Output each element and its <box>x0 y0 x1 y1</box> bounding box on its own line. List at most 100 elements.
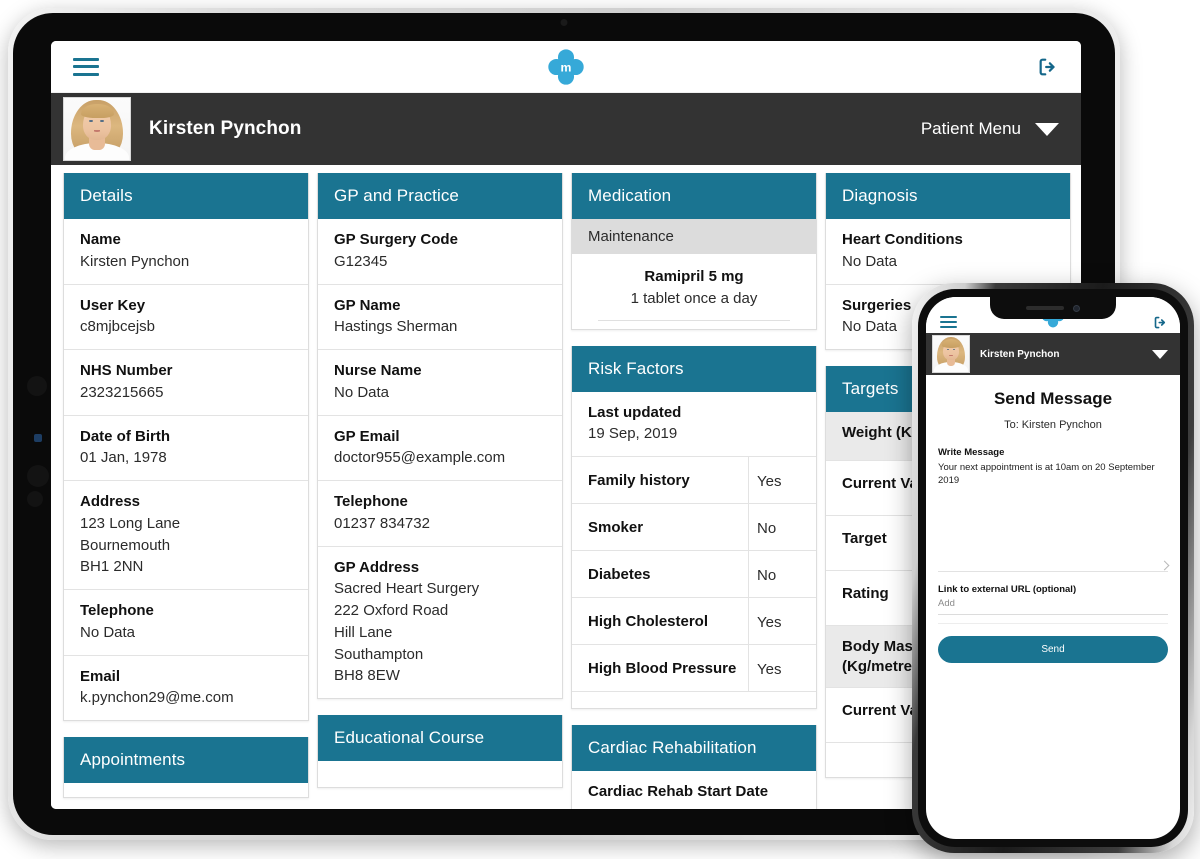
gp-row-gp-name: GP Name Hastings Sherman <box>318 285 562 350</box>
message-recipient: To: Kirsten Pynchon <box>1004 419 1102 431</box>
field-value: Hastings Sherman <box>334 318 458 336</box>
field-value: No Data <box>334 383 390 401</box>
phone-device: m <box>912 283 1194 853</box>
svg-text:m: m <box>561 60 572 74</box>
divider <box>938 615 1168 624</box>
field-label: User Key <box>80 296 146 314</box>
app-logo: m <box>545 46 587 88</box>
tablet-front-camera-icon <box>560 19 568 26</box>
risk-label: Diabetes <box>588 565 651 583</box>
risk-value: Yes <box>748 457 816 503</box>
send-message-form: Send Message To: Kirsten Pynchon Write M… <box>926 375 1180 663</box>
phone-speaker-icon <box>1026 306 1064 310</box>
gp-row-nurse-name: Nurse Name No Data <box>318 350 562 416</box>
logout-icon[interactable] <box>1153 315 1168 330</box>
gp-row-telephone: Telephone 01237 834732 <box>318 481 562 547</box>
detail-row-name: Name Kirsten Pynchon <box>64 219 308 285</box>
phone-bezel: m <box>918 289 1188 847</box>
address-line: Sacred Heart Surgery <box>334 580 480 598</box>
panel-title-gp-and-practice: GP and Practice <box>318 173 562 219</box>
logout-icon[interactable] <box>1037 56 1059 78</box>
field-label: Date of Birth <box>80 427 170 445</box>
panel-risk-factors: Risk Factors Last updated 19 Sep, 2019 F… <box>571 345 817 709</box>
medication-subhead-maintenance: Maintenance <box>572 219 816 254</box>
address-line: 222 Oxford Road <box>334 602 449 619</box>
phone-patient-name: Kirsten Pynchon <box>980 348 1060 360</box>
field-value: 01237 834732 <box>334 514 430 532</box>
address-line: BH8 8EW <box>334 667 400 685</box>
detail-row-telephone: Telephone No Data <box>64 590 308 656</box>
avatar <box>63 97 131 161</box>
field-label: GP Surgery Code <box>334 231 458 248</box>
phone-notch <box>990 297 1116 319</box>
panel-cardiac-rehabilitation: Cardiac Rehabilitation Cardiac Rehab Sta… <box>571 725 817 809</box>
gp-row-gp-email: GP Email doctor955@example.com <box>318 416 562 481</box>
phone-patient-header-bar: Kirsten Pynchon <box>926 333 1180 375</box>
panel-title-appointments: Appointments <box>64 737 308 783</box>
field-label: Email <box>80 667 121 685</box>
address-line: BH1 2NN <box>80 558 144 576</box>
clover-logo-icon: m <box>548 48 584 85</box>
tablet-mic-dot <box>27 491 43 507</box>
risk-value: Yes <box>748 645 816 691</box>
app-top-bar: m <box>51 41 1081 93</box>
risk-row-high-cholesterol: High Cholesterol Yes <box>572 598 816 645</box>
avatar <box>932 335 970 373</box>
patient-menu-label: Patient Menu <box>920 119 1021 138</box>
detail-row-user-key: User Key c8mjbcejsb <box>64 285 308 350</box>
address-line: Southampton <box>334 645 424 663</box>
panel-title-diagnosis: Diagnosis <box>826 173 1070 219</box>
panel-title-cardiac-rehabilitation: Cardiac Rehabilitation <box>572 725 816 771</box>
risk-label: Smoker <box>588 518 644 536</box>
chevron-down-icon[interactable] <box>1152 349 1168 359</box>
panel-appointments[interactable]: Appointments <box>63 737 309 798</box>
risk-value: No <box>748 551 816 597</box>
medication-name: Ramipril 5 mg <box>644 268 744 285</box>
external-url-input[interactable]: Add <box>938 595 1168 615</box>
risk-label: Family history <box>588 471 690 489</box>
field-value: G12345 <box>334 252 388 270</box>
field-label: Nurse Name <box>334 362 422 379</box>
risk-row-smoker: Smoker No <box>572 504 816 551</box>
column-details: Details Name Kirsten Pynchon User Key c8… <box>63 173 309 809</box>
field-label: GP Address <box>334 558 420 576</box>
field-label: Telephone <box>334 493 408 510</box>
field-value: 2323215665 <box>80 383 164 401</box>
field-value: Kirsten Pynchon <box>80 252 190 270</box>
panel-educational-course[interactable]: Educational Course <box>317 715 563 788</box>
risk-label: High Blood Pressure <box>588 659 737 677</box>
address-line: Hill Lane <box>334 623 393 641</box>
risk-label: High Cholesterol <box>588 612 709 630</box>
risk-value: Yes <box>748 598 816 644</box>
phone-screen: m <box>926 297 1180 839</box>
gp-row-gp-address: GP Address Sacred Heart Surgery 222 Oxfo… <box>318 547 562 699</box>
field-value: No Data <box>842 252 898 270</box>
tablet-camera-dot <box>27 376 47 396</box>
resize-handle-icon[interactable] <box>1159 560 1170 571</box>
tablet-speaker-dot <box>27 465 49 487</box>
medication-item: Ramipril 5 mg 1 tablet once a day <box>572 254 816 329</box>
risk-row-diabetes: Diabetes No <box>572 551 816 598</box>
gp-row-surgery-code: GP Surgery Code G12345 <box>318 219 562 285</box>
chevron-down-icon <box>1035 122 1059 136</box>
panel-title-educational-course: Educational Course <box>318 715 562 761</box>
page-title: Kirsten Pynchon <box>149 118 302 139</box>
field-value: 19 Sep, 2019 <box>588 425 678 443</box>
hamburger-menu-icon[interactable] <box>73 57 99 76</box>
patient-menu-button[interactable]: Patient Menu <box>921 119 1059 139</box>
field-label: Telephone <box>80 602 154 619</box>
send-message-title: Send Message <box>993 389 1113 408</box>
field-value: c8mjbcejsb <box>80 318 156 336</box>
field-label: GP Name <box>334 296 401 314</box>
field-value: Sacred Heart Surgery 222 Oxford Road Hil… <box>334 578 546 687</box>
message-textarea[interactable]: Your next appointment is at 10am on 20 S… <box>938 461 1170 572</box>
field-value: 01 Jan, 1978 <box>80 449 167 467</box>
field-label: Last updated <box>588 403 682 421</box>
medication-dose: 1 tablet once a day <box>630 289 758 307</box>
divider <box>598 319 790 321</box>
tablet-sensor-dot <box>34 434 42 442</box>
panel-title-medication: Medication <box>572 173 816 219</box>
hamburger-menu-icon[interactable] <box>940 316 957 328</box>
send-button[interactable]: Send <box>938 636 1168 663</box>
field-value: No Data <box>80 623 136 641</box>
